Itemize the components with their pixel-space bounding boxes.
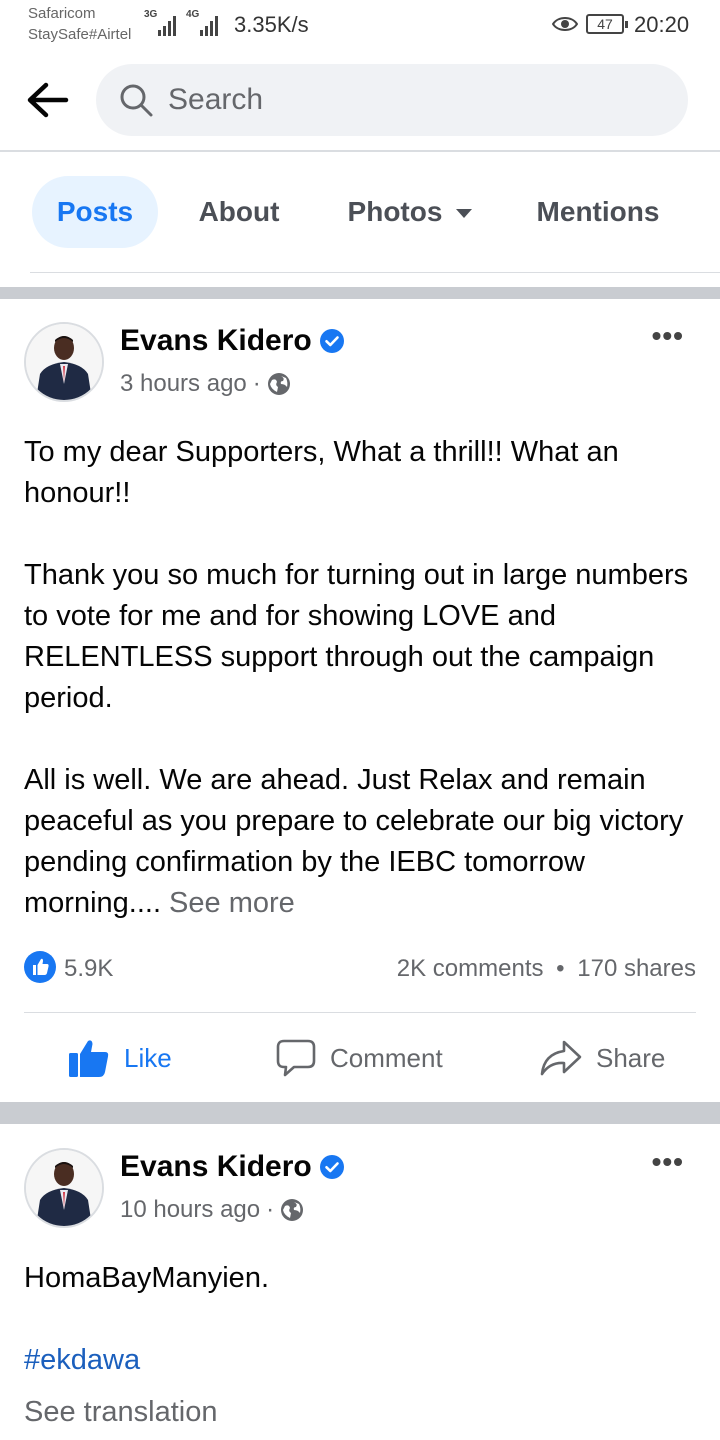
author-name[interactable]: Evans Kidero bbox=[120, 1150, 344, 1184]
battery-icon: 47 bbox=[586, 14, 628, 34]
post-card: Evans Kidero 3 hours ago · ••• To my dea… bbox=[0, 300, 720, 1100]
author-name-text: Evans Kidero bbox=[120, 324, 312, 357]
post-paragraph-last: All is well. We are ahead. Just Relax an… bbox=[24, 760, 696, 924]
post-timestamp[interactable]: 3 hours ago bbox=[120, 370, 247, 398]
more-options-icon[interactable]: ••• bbox=[652, 1146, 684, 1178]
tab-photos-label: Photos bbox=[347, 196, 443, 227]
see-translation-link[interactable]: See translation bbox=[24, 1396, 217, 1429]
like-reaction-icon bbox=[24, 951, 56, 983]
search-input[interactable] bbox=[168, 78, 648, 122]
profile-photo bbox=[26, 324, 102, 400]
post-body: To my dear Supporters, What a thrill!! W… bbox=[24, 432, 696, 924]
signal-4g-icon: 4G bbox=[186, 9, 219, 36]
meta-separator: · bbox=[252, 370, 261, 397]
back-arrow-icon bbox=[27, 82, 69, 118]
header-divider bbox=[0, 150, 720, 152]
verified-badge-icon bbox=[319, 1155, 344, 1179]
post-paragraph: HomaBayManyien. bbox=[24, 1262, 269, 1294]
signal-3g-icon: 3G bbox=[144, 9, 177, 36]
more-options-icon[interactable]: ••• bbox=[652, 320, 684, 352]
tab-mentions[interactable]: Mentions bbox=[520, 176, 676, 248]
carrier-name-1: Safaricom bbox=[28, 5, 96, 22]
stats-bullet: • bbox=[556, 955, 565, 982]
search-icon bbox=[120, 84, 153, 117]
author-name[interactable]: Evans Kidero bbox=[120, 324, 344, 358]
network-type-2: 4G bbox=[186, 9, 200, 20]
eye-icon bbox=[552, 17, 578, 31]
post-meta: 3 hours ago · bbox=[120, 370, 291, 398]
network-type-1: 3G bbox=[144, 9, 158, 20]
comment-button-label: Comment bbox=[330, 1042, 443, 1073]
globe-icon bbox=[267, 373, 290, 395]
share-icon bbox=[540, 1040, 582, 1076]
actions-divider bbox=[24, 1012, 696, 1013]
like-count[interactable]: 5.9K bbox=[64, 955, 113, 983]
post-paragraph: Thank you so much for turning out in lar… bbox=[24, 559, 689, 714]
back-button[interactable] bbox=[24, 78, 72, 122]
hashtag-link[interactable]: #ekdawa bbox=[24, 1344, 140, 1376]
post-hashtags: #ekdawa bbox=[24, 1340, 696, 1381]
post-paragraph: To my dear Supporters, What a thrill!! W… bbox=[24, 436, 619, 509]
share-count[interactable]: 170 shares bbox=[577, 955, 696, 982]
status-bar: Safaricom StaySafe#Airtel 3G 4G 3.35K/s … bbox=[0, 0, 720, 50]
avatar[interactable] bbox=[24, 1148, 104, 1228]
share-button[interactable]: Share bbox=[540, 1028, 665, 1088]
tab-about[interactable]: About bbox=[184, 176, 294, 248]
verified-badge-icon bbox=[319, 329, 344, 353]
search-bar[interactable] bbox=[96, 64, 688, 136]
post-timestamp[interactable]: 10 hours ago bbox=[120, 1196, 260, 1224]
tabs-divider bbox=[30, 272, 720, 273]
tab-posts[interactable]: Posts bbox=[32, 176, 158, 248]
engagement-counts: 2K comments • 170 shares bbox=[397, 955, 696, 983]
profile-photo bbox=[26, 1150, 102, 1226]
comment-count[interactable]: 2K comments bbox=[397, 955, 544, 982]
clock: 20:20 bbox=[634, 12, 690, 37]
share-button-label: Share bbox=[596, 1042, 666, 1073]
post-meta: 10 hours ago · bbox=[120, 1196, 304, 1224]
post-paragraph: All is well. We are ahead. Just Relax an… bbox=[24, 764, 684, 919]
meta-separator: · bbox=[266, 1196, 275, 1223]
globe-icon bbox=[281, 1199, 304, 1221]
post-actions: Like Comment Share bbox=[0, 1028, 720, 1088]
comment-icon bbox=[276, 1039, 316, 1077]
post-body: HomaBayManyien. bbox=[24, 1258, 696, 1299]
post-card: Evans Kidero 10 hours ago · ••• HomaBayM… bbox=[0, 1126, 720, 1440]
section-separator bbox=[0, 287, 720, 299]
see-more-link[interactable]: See more bbox=[161, 887, 295, 919]
thumbs-up-icon bbox=[69, 1040, 109, 1077]
like-button[interactable]: Like bbox=[68, 1028, 172, 1088]
chevron-down-icon bbox=[456, 209, 473, 219]
post-stats: 5.9K 2K comments • 170 shares bbox=[24, 951, 696, 985]
profile-tabs: Posts About Photos Mentions bbox=[0, 176, 720, 248]
carrier-name-2: StaySafe#Airtel bbox=[28, 26, 132, 43]
network-speed: 3.35K/s bbox=[234, 12, 309, 37]
author-name-text: Evans Kidero bbox=[120, 1150, 312, 1183]
comment-button[interactable]: Comment bbox=[276, 1028, 443, 1088]
avatar[interactable] bbox=[24, 322, 104, 402]
search-header bbox=[0, 60, 720, 140]
section-separator bbox=[0, 1102, 720, 1124]
tab-photos[interactable]: Photos bbox=[330, 176, 490, 248]
like-button-label: Like bbox=[124, 1042, 172, 1073]
